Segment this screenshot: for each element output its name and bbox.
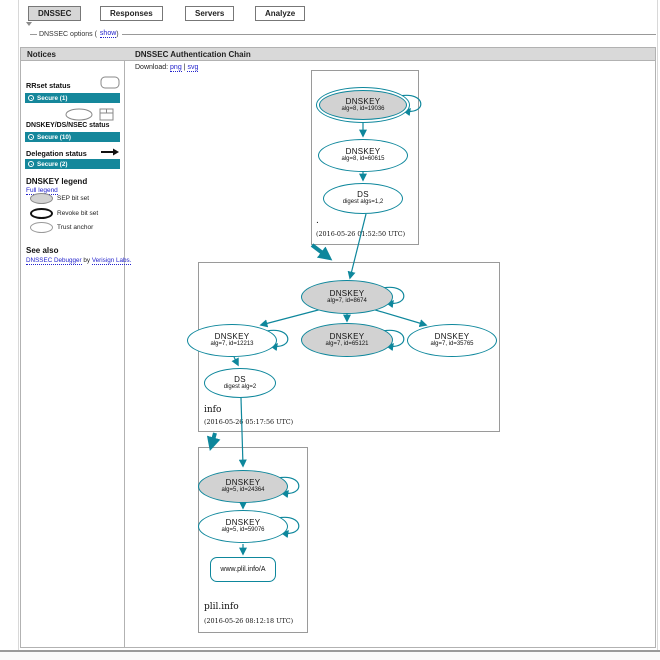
revoke-bit-swatch-icon [30, 208, 53, 219]
node-sub: alg=8, id=60615 [341, 156, 384, 163]
node-title: DNSKEY [435, 333, 470, 341]
zone-timestamp-info: (2016-05-26 05:17:56 UTC) [204, 418, 293, 426]
rrset-secure-count: Secure (1) [37, 95, 67, 102]
dnssec-options-suffix: ) [116, 31, 118, 38]
options-divider-rule [122, 34, 656, 35]
node-sub: alg=5, id=24364 [221, 487, 264, 494]
node-sub: alg=8, id=19036 [341, 106, 384, 113]
notices-sidebar: RRset status Secure (1) DNSKEY/DS/NSEC s… [21, 61, 125, 647]
download-svg-link[interactable]: svg [187, 64, 198, 72]
node-title: DNSKEY [346, 148, 381, 156]
see-also-by: by [83, 257, 90, 264]
ds-box-icon [99, 108, 114, 121]
tab-servers[interactable]: Servers [185, 6, 234, 21]
node-sub: alg=7, id=35765 [430, 341, 473, 348]
dnskey-node-60615[interactable]: DNSKEY alg=8, id=60615 [318, 139, 408, 172]
dnskey-status-secure-bar[interactable]: Secure (10) [25, 132, 120, 142]
download-label: Download: [135, 64, 168, 71]
node-title: DS [234, 376, 246, 384]
download-png-link[interactable]: png [170, 64, 182, 72]
rrset-status-heading: RRset status [26, 81, 71, 90]
node-title: DNSKEY [226, 519, 261, 527]
node-title: DNSKEY [330, 333, 365, 341]
download-separator: | [184, 64, 186, 71]
dnskey-node-19036[interactable]: DNSKEY alg=8, id=19036 [316, 87, 410, 123]
delegation-arrow-icon [100, 147, 120, 157]
dnssec-debugger-link[interactable]: DNSSEC Debugger [26, 257, 82, 265]
footer-area [0, 652, 660, 660]
node-sub: alg=7, id=8674 [327, 298, 367, 305]
node-sub: digest algs=1,2 [343, 199, 384, 206]
dnskey-node-24364[interactable]: DNSKEY alg=5, id=24364 [198, 470, 288, 503]
delegation-status-secure-bar[interactable]: Secure (2) [25, 159, 120, 169]
dnskey-node-65121[interactable]: DNSKEY alg=7, id=65121 [301, 323, 393, 357]
active-tab-caret-icon [26, 22, 32, 26]
dnssec-options-prefix: — DNSSEC options ( [30, 31, 97, 38]
download-row: Download: png | svg [135, 64, 198, 71]
dnskey-legend-heading: DNSKEY legend [26, 177, 87, 186]
node-sub: alg=5, id=59076 [221, 527, 264, 534]
tab-dnssec[interactable]: DNSSEC [28, 6, 81, 21]
panel-header: Notices DNSSEC Authentication Chain [21, 48, 655, 61]
node-sub: alg=7, id=12213 [210, 341, 253, 348]
zone-name-plil-info: plil.info [204, 602, 239, 612]
tab-analyze[interactable]: Analyze [255, 6, 305, 21]
dnskey-secure-count: Secure (10) [37, 134, 71, 141]
secure-status-icon [28, 95, 34, 101]
rrset-shape-icon [100, 76, 120, 89]
node-title: DNSKEY [226, 479, 261, 487]
node-title: DNSKEY [330, 290, 365, 298]
chain-title: DNSSEC Authentication Chain [135, 50, 251, 59]
zone-name-root: . [316, 216, 319, 226]
legend-sep-label: SEP bit set [57, 195, 89, 202]
dnskey-node-59076[interactable]: DNSKEY alg=5, id=59076 [198, 510, 288, 543]
delegation-secure-count: Secure (2) [37, 161, 67, 168]
dnskey-node-19036-inner: DNSKEY alg=8, id=19036 [319, 90, 407, 120]
dnskey-ds-nsec-status-heading: DNSKEY/DS/NSEC status [26, 122, 109, 129]
node-title: DNSKEY [215, 333, 250, 341]
legend-trust-anchor-label: Trust anchor [57, 224, 93, 231]
dnskey-ellipse-icon [65, 108, 93, 121]
zone-timestamp-plil-info: (2016-05-26 08:12:18 UTC) [204, 617, 293, 625]
secure-status-icon [28, 161, 34, 167]
dnssec-options-show-link[interactable]: show [100, 30, 116, 38]
dnskey-node-35765[interactable]: DNSKEY alg=7, id=35765 [407, 324, 497, 357]
notices-title: Notices [27, 50, 56, 59]
dnskey-node-8674[interactable]: DNSKEY alg=7, id=8674 [301, 280, 393, 314]
zone-timestamp-root: (2016-05-26 01:52:50 UTC) [316, 230, 405, 238]
legend-revoke-label: Revoke bit set [57, 210, 98, 217]
dnssec-options-bar: — DNSSEC options ( show ) [30, 29, 656, 39]
sep-bit-swatch-icon [30, 193, 53, 204]
rrset-status-secure-bar[interactable]: Secure (1) [25, 93, 120, 103]
ds-node-info[interactable]: DS digest alg=2 [204, 368, 276, 398]
tab-responses[interactable]: Responses [100, 6, 163, 21]
see-also-line: DNSSEC Debugger by Verisign Labs. [26, 257, 131, 264]
node-sub: digest alg=2 [224, 384, 257, 391]
see-also-heading: See also [26, 246, 58, 255]
zone-name-info: info [204, 405, 221, 415]
node-sub: alg=7, id=65121 [325, 341, 368, 348]
delegation-status-heading: Delegation status [26, 149, 87, 158]
node-title: DNSKEY [346, 98, 381, 106]
trust-anchor-swatch-icon [30, 222, 53, 233]
ds-node-root[interactable]: DS digest algs=1,2 [323, 183, 403, 214]
dnskey-node-12213[interactable]: DNSKEY alg=7, id=12213 [187, 324, 277, 357]
node-title: DS [357, 191, 369, 199]
rrset-node-www-plil-info-a[interactable]: www.plil.info/A [210, 557, 276, 582]
verisign-labs-link[interactable]: Verisign Labs. [92, 257, 132, 265]
secure-status-icon [28, 134, 34, 140]
rrset-label: www.plil.info/A [220, 566, 265, 573]
